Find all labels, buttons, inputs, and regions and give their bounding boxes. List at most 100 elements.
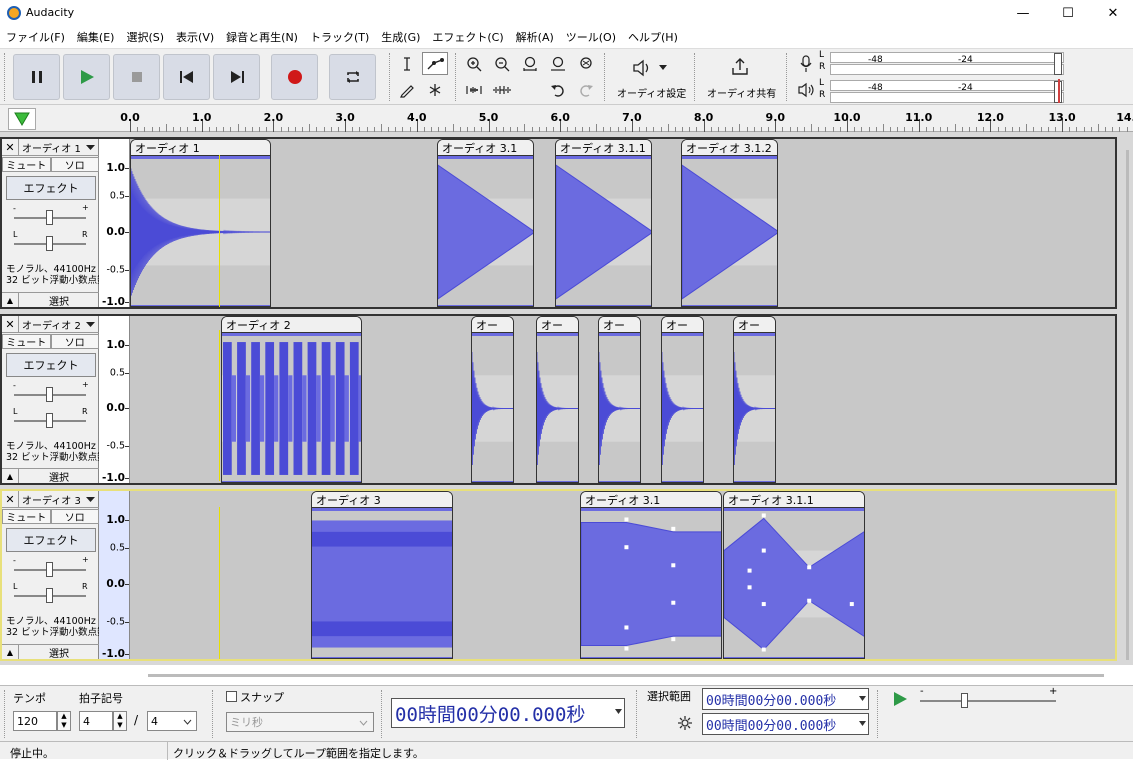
menu-analyze[interactable]: 解析(A) <box>510 29 560 45</box>
silence-button[interactable] <box>489 78 515 101</box>
playback-meter-r[interactable] <box>830 92 1064 103</box>
envelope-point[interactable] <box>747 585 752 590</box>
zoom-in-button[interactable] <box>461 52 487 75</box>
envelope-point[interactable] <box>761 513 766 518</box>
track-name-menu[interactable]: オーディオ 1 <box>19 140 81 155</box>
envelope-point[interactable] <box>747 568 752 573</box>
vertical-amplitude-ruler[interactable]: 1.0 0.5 0.0 -0.5 -1.0 <box>99 139 130 308</box>
stop-button[interactable] <box>113 54 160 100</box>
clip-waveform-area[interactable] <box>537 333 578 482</box>
envelope-point[interactable] <box>671 637 676 642</box>
trim-button[interactable] <box>461 78 487 101</box>
vertical-amplitude-ruler[interactable]: 1.0 0.5 0.0 -0.5 -1.0 <box>99 316 130 484</box>
envelope-point[interactable] <box>624 545 629 550</box>
clip-title[interactable]: オー <box>599 317 640 333</box>
undo-button[interactable] <box>545 78 571 101</box>
envelope-point[interactable] <box>849 602 854 607</box>
menu-tools[interactable]: ツール(O) <box>560 29 622 45</box>
numerator-spinner[interactable]: ▲ ▼ <box>113 711 127 731</box>
audio-clip[interactable]: オーディオ 1 <box>130 139 271 307</box>
toolbar-grip[interactable] <box>4 690 6 738</box>
collapse-track-button[interactable]: ▲ <box>2 293 19 307</box>
effects-button[interactable]: エフェクト <box>6 176 96 200</box>
gain-slider[interactable] <box>14 387 86 402</box>
skip-to-end-button[interactable] <box>213 54 260 100</box>
clip-waveform-area[interactable] <box>682 156 777 306</box>
audio-setup-button[interactable]: オーディオ設定 <box>614 53 688 101</box>
close-track-button[interactable]: ✕ <box>2 138 19 156</box>
fit-project-button[interactable] <box>545 52 571 75</box>
time-signature-numerator[interactable]: 4 <box>79 711 113 731</box>
clip-waveform-area[interactable] <box>438 156 533 306</box>
audio-track[interactable]: ✕ オーディオ 3 ミュート ソロ エフェクト - + L R モノラル、441… <box>0 489 1117 661</box>
menu-tracks[interactable]: トラック(T) <box>304 29 375 45</box>
selection-end-time[interactable]: 00時間00分00.000秒 <box>702 713 869 735</box>
envelope-point[interactable] <box>761 548 766 553</box>
select-track-button[interactable]: 選択 <box>19 645 99 660</box>
audio-clip[interactable]: オー <box>598 316 641 483</box>
clip-title[interactable]: オーディオ 3.1.1 <box>556 140 651 156</box>
vertical-amplitude-ruler[interactable]: 1.0 0.5 0.0 -0.5 -1.0 <box>99 491 130 660</box>
chevron-down-icon[interactable] <box>86 145 95 151</box>
collapse-track-button[interactable]: ▲ <box>2 645 19 659</box>
track-name-menu[interactable]: オーディオ 2 <box>19 317 81 332</box>
toolbar-grip[interactable] <box>4 53 6 101</box>
chevron-down-icon[interactable] <box>86 322 95 328</box>
record-level-slider-knob[interactable] <box>1054 53 1062 75</box>
clip-title[interactable]: オー <box>662 317 703 333</box>
pan-slider-knob[interactable] <box>46 413 53 428</box>
horizontal-scrollbar[interactable] <box>148 674 1104 677</box>
time-signature-denominator[interactable]: 4 <box>147 711 197 731</box>
selection-tool-button[interactable] <box>394 52 420 75</box>
pan-slider[interactable] <box>14 413 86 428</box>
playback-speed-knob[interactable] <box>961 693 968 708</box>
menu-edit[interactable]: 編集(E) <box>71 29 121 45</box>
envelope-point[interactable] <box>807 565 812 570</box>
clip-waveform-area[interactable] <box>581 508 721 658</box>
toolbar-grip[interactable] <box>877 690 879 738</box>
playback-meter[interactable] <box>830 80 1064 91</box>
selection-start-time[interactable]: 00時間00分00.000秒 <box>702 688 869 710</box>
microphone-icon[interactable] <box>798 55 814 73</box>
clip-title[interactable]: オーディオ 3.1.2 <box>682 140 777 156</box>
menu-generate[interactable]: 生成(G) <box>375 29 426 45</box>
track-waveform-area[interactable]: オーディオ 1 オーディオ 3.1 オーディオ 3.1.1 オーディオ 3.1.… <box>130 139 1117 307</box>
mute-button[interactable]: ミュート <box>2 157 51 172</box>
tempo-spinner[interactable]: ▲ ▼ <box>57 711 71 731</box>
zoom-toggle-button[interactable] <box>573 52 599 75</box>
envelope-point[interactable] <box>864 528 865 532</box>
audio-clip[interactable]: オー <box>536 316 579 483</box>
envelope-point[interactable] <box>671 600 676 605</box>
audio-clip[interactable]: オー <box>661 316 704 483</box>
minimize-button[interactable]: — <box>1000 0 1046 26</box>
speaker-output-icon[interactable] <box>797 82 817 98</box>
record-meter[interactable] <box>830 52 1064 63</box>
solo-button[interactable]: ソロ <box>50 334 99 349</box>
menu-view[interactable]: 表示(V) <box>170 29 220 45</box>
audio-clip[interactable]: オーディオ 3.1.1 <box>555 139 652 307</box>
audio-clip[interactable]: オーディオ 3.1 <box>437 139 534 307</box>
envelope-point[interactable] <box>761 647 766 652</box>
record-button[interactable] <box>271 54 318 100</box>
select-track-button[interactable]: 選択 <box>19 469 99 484</box>
draw-tool-button[interactable] <box>394 78 420 101</box>
clip-waveform-area[interactable] <box>724 508 864 658</box>
track-area[interactable]: ✕ オーディオ 1 ミュート ソロ エフェクト - + L R モノラル、441… <box>0 132 1133 665</box>
envelope-point[interactable] <box>624 646 629 651</box>
clip-title[interactable]: オーディオ 3 <box>312 492 452 508</box>
mute-button[interactable]: ミュート <box>2 509 51 524</box>
share-audio-button[interactable]: オーディオ共有 <box>702 53 778 101</box>
track-name-menu[interactable]: オーディオ 3 <box>19 492 81 507</box>
close-track-button[interactable]: ✕ <box>2 490 19 508</box>
menu-effect[interactable]: エフェクト(C) <box>426 29 509 45</box>
close-track-button[interactable]: ✕ <box>2 315 19 333</box>
clip-title[interactable]: オー <box>472 317 513 333</box>
audio-clip[interactable]: オーディオ 3.1 <box>580 491 722 659</box>
clip-waveform-area[interactable] <box>472 333 513 482</box>
gain-slider[interactable] <box>14 562 86 577</box>
toolbar-grip[interactable] <box>389 53 391 101</box>
tempo-input[interactable]: 120 <box>13 711 57 731</box>
clip-title[interactable]: オー <box>537 317 578 333</box>
audio-clip[interactable]: オー <box>733 316 776 483</box>
mute-button[interactable]: ミュート <box>2 334 51 349</box>
